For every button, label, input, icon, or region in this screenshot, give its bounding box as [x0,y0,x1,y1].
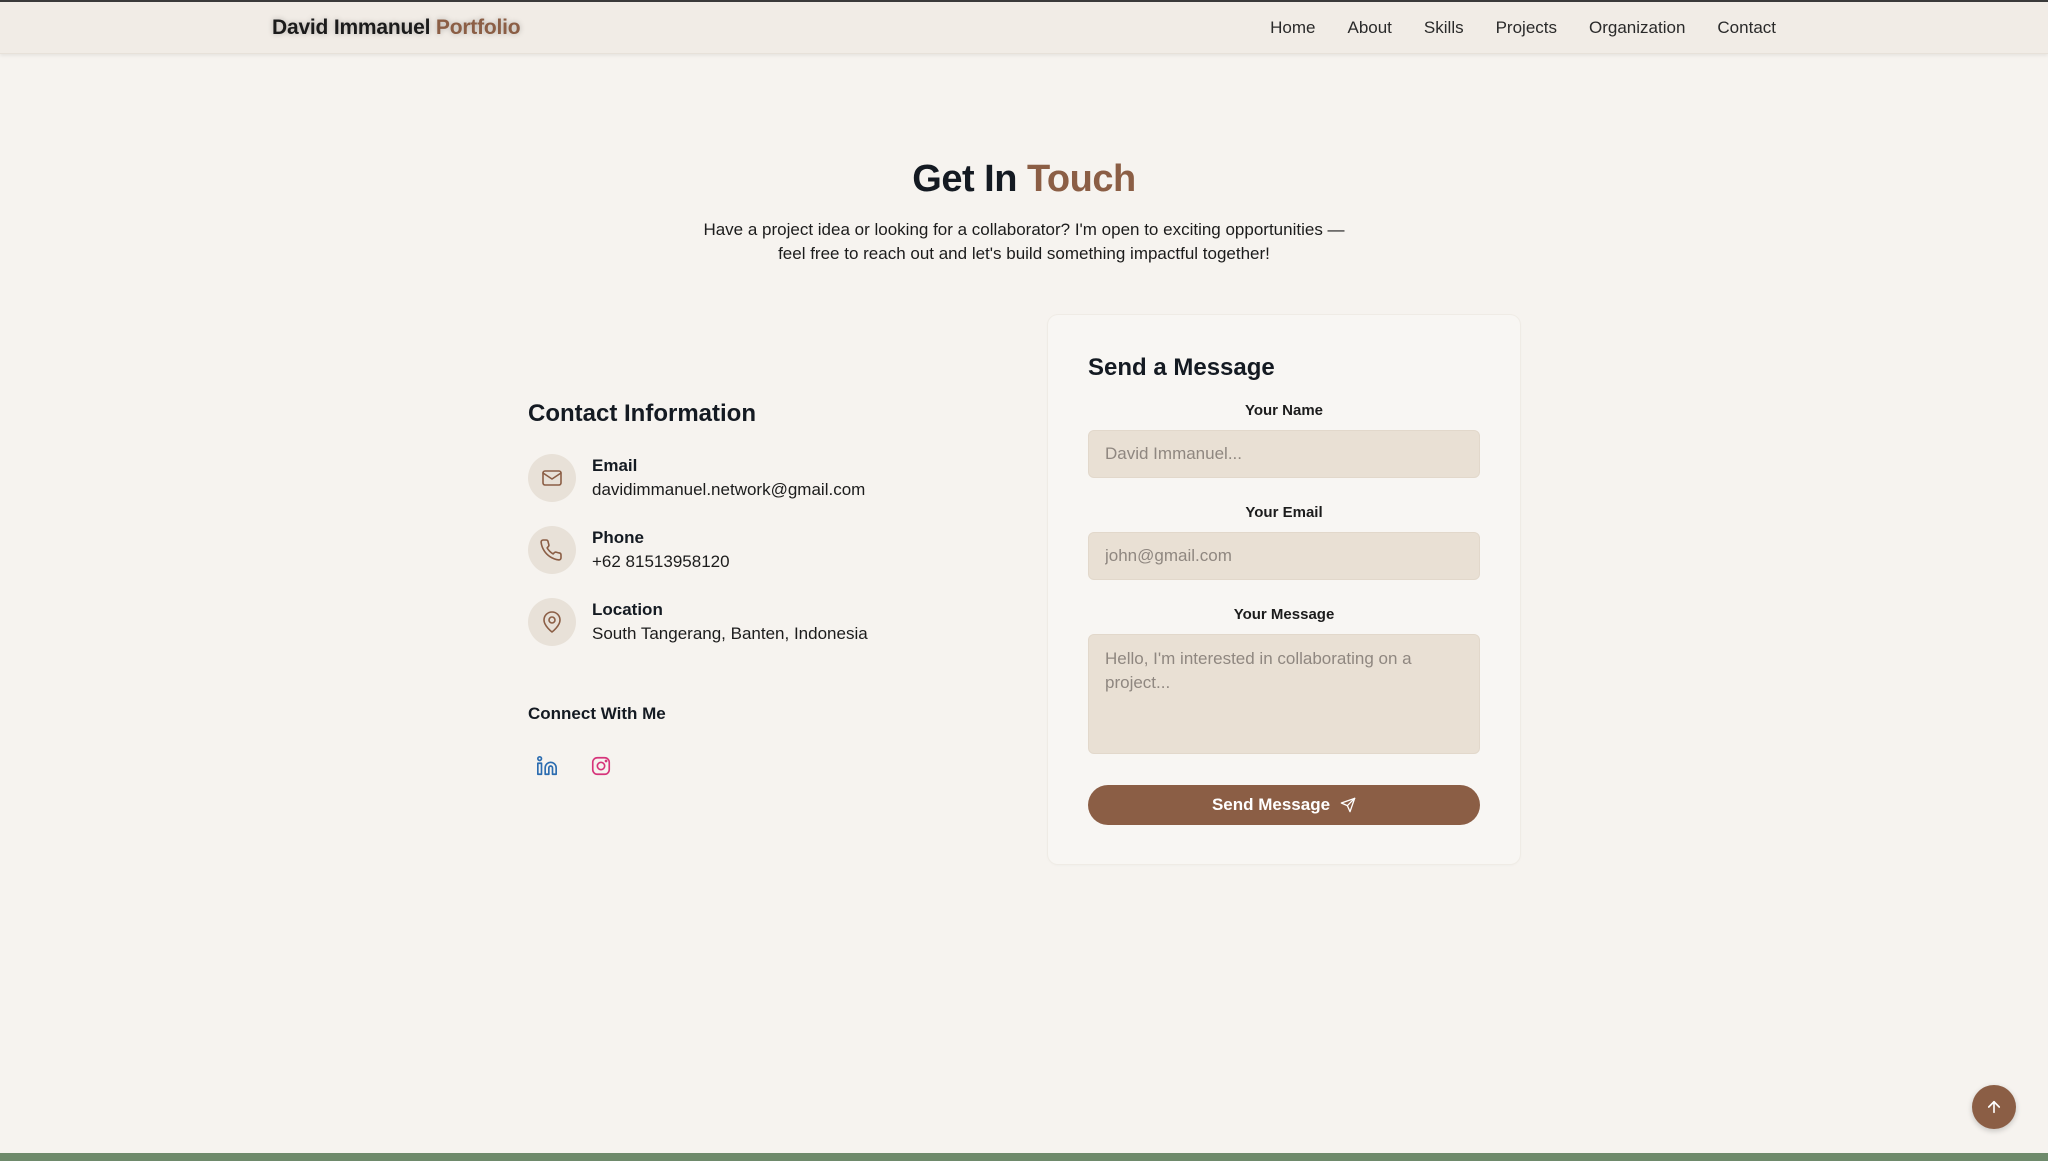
phone-value[interactable]: +62 81513958120 [592,549,730,575]
connect-title: Connect With Me [528,704,666,723]
nav-home[interactable]: Home [1270,18,1315,38]
phone-label: Phone [592,528,644,547]
nav-links: Home About Skills Projects Organization … [1270,18,1776,38]
arrow-up-icon [1987,1100,2001,1114]
page-subtitle: Have a project idea or looking for a col… [703,220,1345,263]
map-pin-icon [528,598,576,646]
email-input[interactable] [1088,532,1480,580]
brand-accent: Portfolio [435,16,521,39]
brand-name: David Immanuel [272,16,431,39]
send-message-label: Send Message [1211,795,1331,814]
nav-skills[interactable]: Skills [1424,18,1464,38]
contact-info-title: Contact Information [528,400,756,427]
footer-bar [0,1153,2048,1161]
contact-phone: Phone +62 81513958120 [528,526,730,575]
brand-logo[interactable]: David Immanuel Portfolio [272,16,521,40]
message-form-card [1048,315,1520,864]
send-icon [1340,797,1356,813]
nav-about[interactable]: About [1347,18,1391,38]
mail-icon [528,454,576,502]
name-input[interactable] [1088,430,1480,478]
name-label: Your Name [1244,402,1324,419]
linkedin-icon[interactable] [529,748,565,784]
contact-email: Email davidimmanuel.network@gmail.com [528,454,865,503]
send-message-button[interactable]: Send Message [1088,785,1480,825]
page-title: Get In Touch [0,158,2048,201]
email-field-label: Your Email [1245,504,1323,521]
phone-icon [528,526,576,574]
title-main: Get In [912,158,1017,200]
location-label: Location [592,600,663,619]
title-accent: Touch [1027,158,1136,200]
instagram-icon[interactable] [583,748,619,784]
form-title: Send a Message [1088,354,1275,381]
email-label: Email [592,456,638,475]
nav-projects[interactable]: Projects [1496,18,1557,38]
nav-contact[interactable]: Contact [1717,18,1776,38]
email-value[interactable]: davidimmanuel.network@gmail.com [592,477,865,503]
contact-location: Location South Tangerang, Banten, Indone… [528,598,868,647]
message-textarea[interactable] [1088,634,1480,754]
scroll-to-top-button[interactable] [1972,1085,2016,1129]
navbar: David Immanuel Portfolio Home About Skil… [0,2,2048,54]
nav-organization[interactable]: Organization [1589,18,1685,38]
location-value: South Tangerang, Banten, Indonesia [592,624,868,643]
message-label: Your Message [1233,606,1335,623]
